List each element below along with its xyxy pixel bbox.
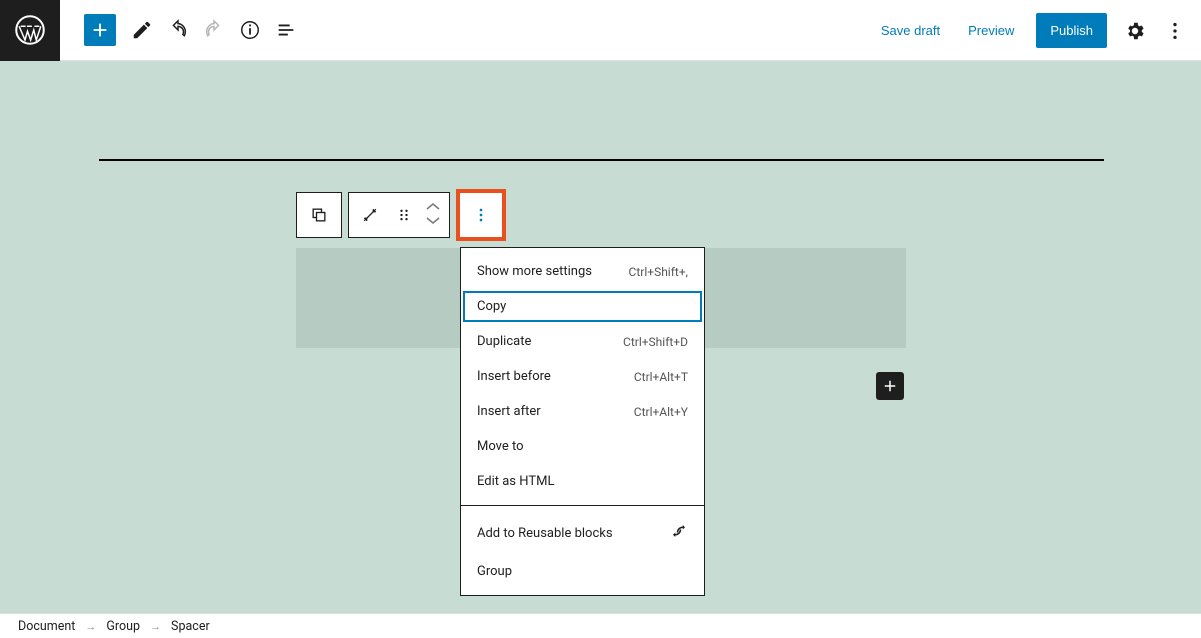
block-toolbar-options (456, 189, 506, 241)
block-toolbar-parent (296, 192, 342, 238)
menu-label: Edit as HTML (477, 474, 554, 489)
menu-insert-after[interactable]: Insert after Ctrl+Alt+Y (461, 394, 704, 429)
crumb-group[interactable]: Group (106, 619, 140, 634)
publish-button[interactable]: Publish (1036, 13, 1107, 48)
menu-label: Show more settings (477, 264, 592, 279)
wordpress-icon (15, 15, 45, 45)
menu-section-2: Add to Reusable blocks Group (461, 506, 704, 595)
info-icon (239, 19, 261, 41)
reuse-icon (670, 522, 688, 544)
separator-block[interactable] (99, 159, 1104, 161)
outline-button[interactable] (268, 12, 304, 48)
gear-icon (1124, 20, 1146, 42)
more-options-button[interactable] (1157, 13, 1193, 49)
move-up-button[interactable] (425, 200, 441, 215)
breadcrumb: Document → Group → Spacer (0, 613, 1201, 638)
plus-icon (89, 19, 111, 41)
toolbar-left (60, 12, 304, 48)
add-block-button[interactable] (84, 14, 116, 46)
block-toolbar-movers (348, 192, 450, 238)
menu-label: Insert before (477, 369, 551, 384)
menu-label: Add to Reusable blocks (477, 526, 613, 541)
undo-button[interactable] (160, 12, 196, 48)
copy-icon (309, 205, 329, 225)
breadcrumb-separator: → (150, 620, 161, 633)
editor-header: Save draft Preview Publish (0, 0, 1201, 61)
menu-shortcut: Ctrl+Shift+D (623, 335, 688, 349)
menu-label: Move to (477, 439, 524, 454)
breadcrumb-separator: → (85, 620, 96, 633)
crumb-spacer[interactable]: Spacer (171, 619, 210, 634)
menu-shortcut: Ctrl+Alt+Y (634, 405, 688, 419)
menu-section-1: Show more settings Ctrl+Shift+, Copy Dup… (461, 248, 704, 506)
menu-show-more-settings[interactable]: Show more settings Ctrl+Shift+, (461, 254, 704, 289)
pencil-icon (131, 19, 153, 41)
change-alignment-button[interactable] (353, 198, 387, 232)
more-vertical-icon (1164, 20, 1186, 42)
add-block-inline-button[interactable] (876, 372, 904, 400)
redo-icon (203, 19, 225, 41)
chevron-down-icon (425, 216, 441, 226)
redo-button[interactable] (196, 12, 232, 48)
info-button[interactable] (232, 12, 268, 48)
wp-logo[interactable] (0, 0, 60, 61)
resize-icon (360, 205, 380, 225)
settings-button[interactable] (1117, 13, 1153, 49)
menu-shortcut: Ctrl+Alt+T (634, 370, 688, 384)
select-parent-button[interactable] (302, 198, 336, 232)
menu-duplicate[interactable]: Duplicate Ctrl+Shift+D (461, 324, 704, 359)
save-draft-button[interactable]: Save draft (869, 15, 952, 46)
move-buttons (421, 200, 445, 230)
menu-edit-as-html[interactable]: Edit as HTML (461, 464, 704, 499)
plus-icon (881, 377, 899, 395)
menu-label: Copy (477, 299, 506, 314)
menu-insert-before[interactable]: Insert before Ctrl+Alt+T (461, 359, 704, 394)
undo-icon (167, 19, 189, 41)
menu-copy[interactable]: Copy (461, 289, 704, 324)
drag-handle[interactable] (387, 198, 421, 232)
toolbar-right: Save draft Preview Publish (869, 0, 1193, 61)
move-down-button[interactable] (425, 215, 441, 230)
menu-label: Duplicate (477, 334, 531, 349)
editor-canvas: Show more settings Ctrl+Shift+, Copy Dup… (0, 61, 1201, 613)
drag-icon (394, 205, 414, 225)
preview-button[interactable]: Preview (956, 15, 1026, 46)
list-icon (275, 19, 297, 41)
crumb-document[interactable]: Document (18, 619, 75, 634)
menu-move-to[interactable]: Move to (461, 429, 704, 464)
menu-group[interactable]: Group (461, 554, 704, 589)
menu-label: Group (477, 564, 512, 579)
more-vertical-icon (471, 205, 491, 225)
menu-label: Insert after (477, 404, 541, 419)
chevron-up-icon (425, 201, 441, 211)
menu-add-reusable[interactable]: Add to Reusable blocks (461, 512, 704, 554)
block-toolbar (296, 192, 506, 244)
block-options-button[interactable] (464, 198, 498, 232)
menu-shortcut: Ctrl+Shift+, (629, 265, 688, 279)
block-options-menu: Show more settings Ctrl+Shift+, Copy Dup… (460, 247, 705, 596)
tools-button[interactable] (124, 12, 160, 48)
